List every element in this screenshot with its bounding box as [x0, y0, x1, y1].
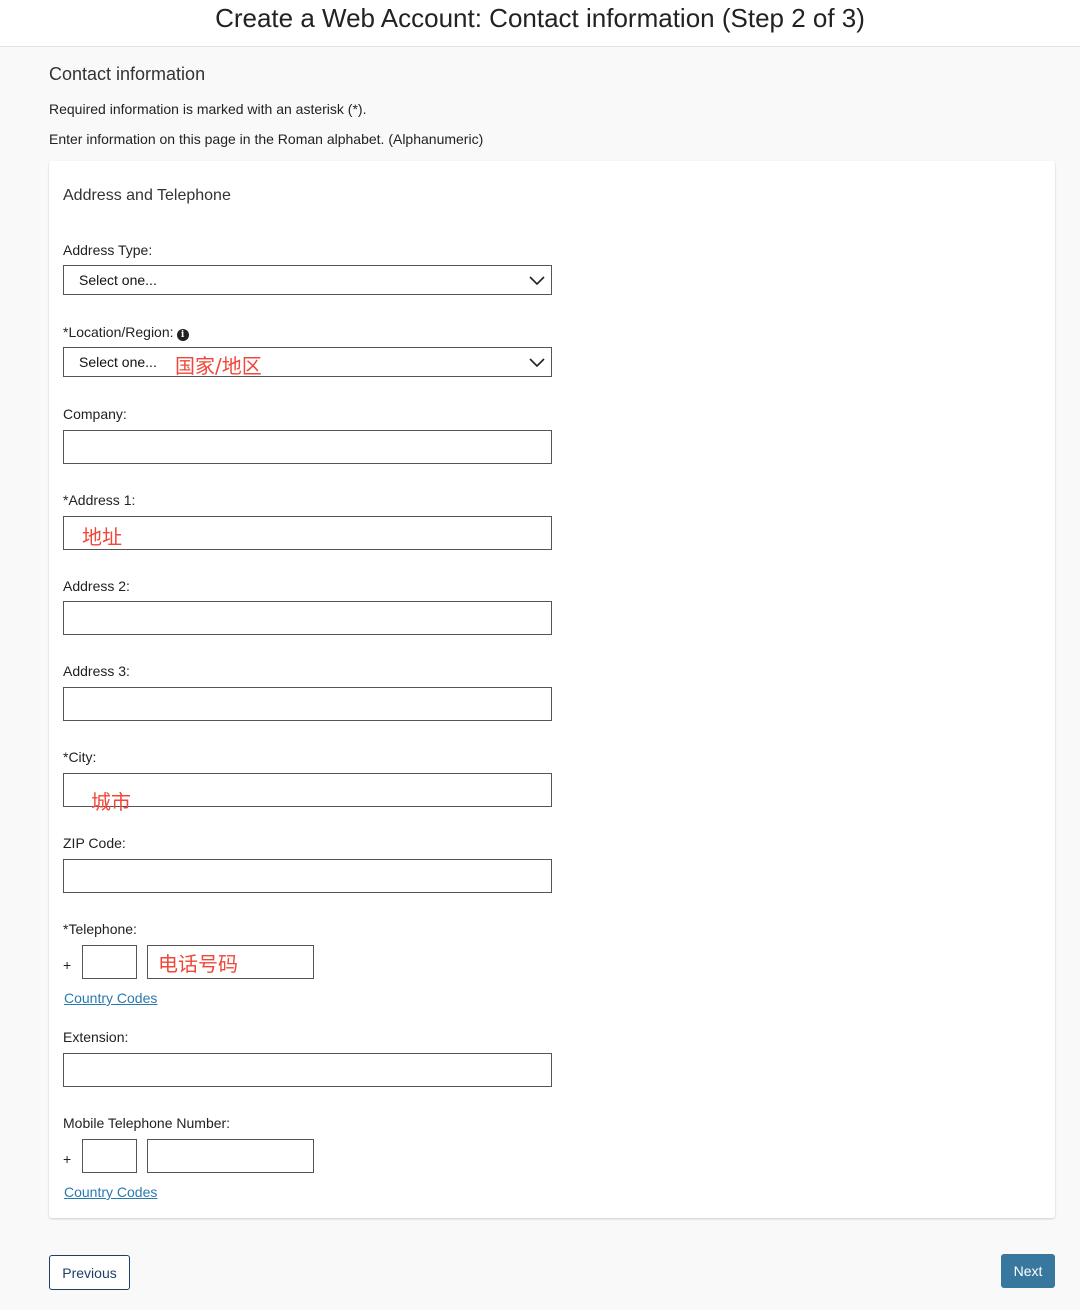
telephone-country-code-input[interactable]	[82, 945, 137, 979]
telephone-label: *Telephone:	[63, 921, 137, 937]
city-input[interactable]: 城市	[63, 773, 552, 814]
required-note: Required information is marked with an a…	[49, 101, 367, 117]
info-icon[interactable]: i	[176, 329, 189, 341]
zip-label: ZIP Code:	[63, 835, 126, 851]
address-type-value: Select one...	[79, 272, 157, 288]
address2-input[interactable]	[63, 601, 552, 635]
chevron-down-icon	[529, 276, 545, 286]
alphabet-note: Enter information on this page in the Ro…	[49, 131, 484, 147]
location-label-text: *Location/Region:	[63, 324, 174, 340]
section-title: Contact information	[49, 64, 206, 84]
mobile-label: Mobile Telephone Number:	[63, 1115, 231, 1131]
mobile-country-codes-link[interactable]: Country Codes	[64, 1184, 157, 1200]
address3-label: Address 3:	[63, 663, 130, 679]
address-type-label: Address Type:	[63, 242, 153, 258]
address2-label: Address 2:	[63, 578, 130, 594]
address-telephone-card: Address and Telephone Address Type: Sele…	[49, 161, 1055, 1218]
telephone-plus: +	[63, 957, 72, 973]
city-annotation: 城市	[91, 790, 131, 814]
address-type-select[interactable]: Select one...	[63, 265, 552, 295]
location-select[interactable]: Select one... 国家/地区	[63, 347, 552, 378]
mobile-plus: +	[63, 1151, 72, 1167]
next-button[interactable]: Next	[1001, 1254, 1055, 1288]
page-title: Create a Web Account: Contact informatio…	[215, 3, 865, 33]
telephone-country-codes-link[interactable]: Country Codes	[64, 990, 157, 1006]
telephone-number-input[interactable]: 电话号码	[147, 945, 314, 979]
page-header: Create a Web Account: Contact informatio…	[0, 0, 1080, 47]
city-label: *City:	[63, 749, 97, 765]
chevron-down-icon	[529, 358, 545, 368]
address1-annotation: 地址	[82, 525, 122, 549]
extension-label: Extension:	[63, 1029, 129, 1045]
location-value: Select one...	[79, 354, 157, 370]
previous-button[interactable]: Previous	[49, 1255, 130, 1290]
company-input[interactable]	[63, 430, 552, 464]
location-label: *Location/Region: i	[63, 324, 189, 341]
address1-label: *Address 1:	[63, 492, 136, 508]
mobile-number-input[interactable]	[147, 1139, 314, 1173]
card-title: Address and Telephone	[63, 187, 231, 204]
zip-input[interactable]	[63, 859, 552, 893]
extension-input[interactable]	[63, 1053, 552, 1087]
company-label: Company:	[63, 406, 127, 422]
location-annotation: 国家/地区	[175, 354, 262, 378]
telephone-annotation: 电话号码	[158, 952, 238, 976]
address3-input[interactable]	[63, 687, 552, 721]
mobile-country-code-input[interactable]	[82, 1139, 137, 1173]
address1-input[interactable]: 地址	[63, 516, 552, 550]
